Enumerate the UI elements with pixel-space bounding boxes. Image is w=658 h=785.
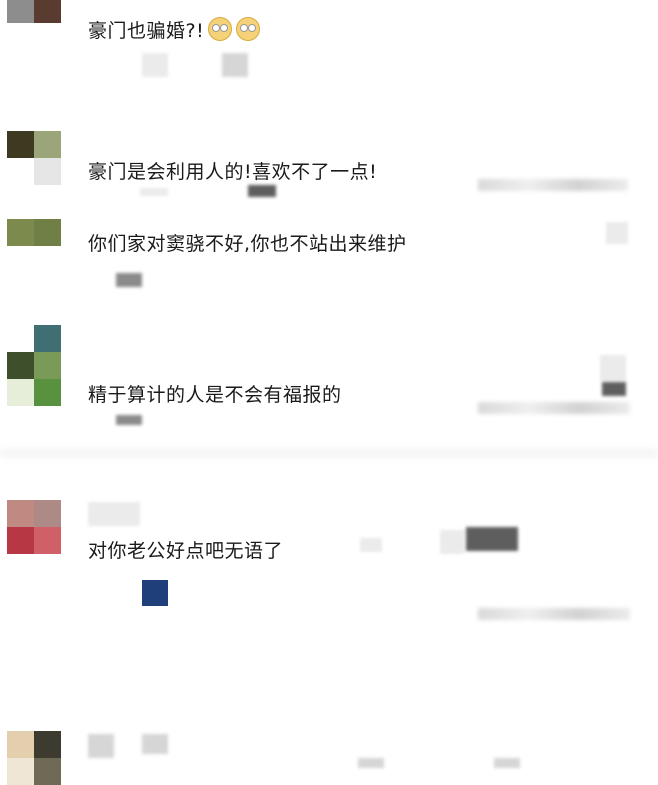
comment-text-label: 豪门也骗婚?! xyxy=(88,20,205,42)
blurred-username xyxy=(88,734,114,758)
blurred-meta xyxy=(478,402,630,414)
blurred-content xyxy=(142,53,168,77)
blurred-content xyxy=(358,758,384,768)
avatar[interactable] xyxy=(7,325,61,406)
blurred-content xyxy=(360,538,382,552)
blurred-meta xyxy=(478,608,630,620)
blurred-content xyxy=(440,530,464,554)
avatar[interactable] xyxy=(7,131,61,185)
eye-roll-emoji-icon xyxy=(236,17,261,41)
comment-text: 精于算计的人是不会有福报的 xyxy=(88,384,342,406)
eye-roll-emoji-icon xyxy=(208,17,233,41)
blurred-content xyxy=(222,53,248,77)
blurred-meta xyxy=(478,179,628,191)
comment-text: 对你老公好点吧无语了 xyxy=(88,540,284,562)
blurred-content xyxy=(466,527,518,551)
blurred-content xyxy=(140,188,168,196)
blurred-content xyxy=(494,758,520,768)
blurred-username xyxy=(142,734,168,754)
avatar[interactable] xyxy=(7,219,61,246)
blurred-content xyxy=(116,273,142,287)
section-divider xyxy=(0,448,658,458)
blurred-content xyxy=(606,222,628,244)
blurred-content xyxy=(602,382,626,396)
comment-text: 豪门是会利用人的!喜欢不了一点! xyxy=(88,161,378,183)
avatar[interactable] xyxy=(7,0,61,23)
comment-text: 豪门也骗婚?! xyxy=(88,16,261,43)
blurred-username xyxy=(88,502,140,526)
blue-square-icon xyxy=(142,580,168,606)
avatar[interactable] xyxy=(7,731,61,785)
blurred-content xyxy=(248,185,276,197)
avatar[interactable] xyxy=(7,500,61,554)
blurred-content xyxy=(116,415,142,425)
blurred-content xyxy=(600,355,626,381)
comment-text: 你们家对窦骁不好,你也不站出来维护 xyxy=(88,233,407,255)
